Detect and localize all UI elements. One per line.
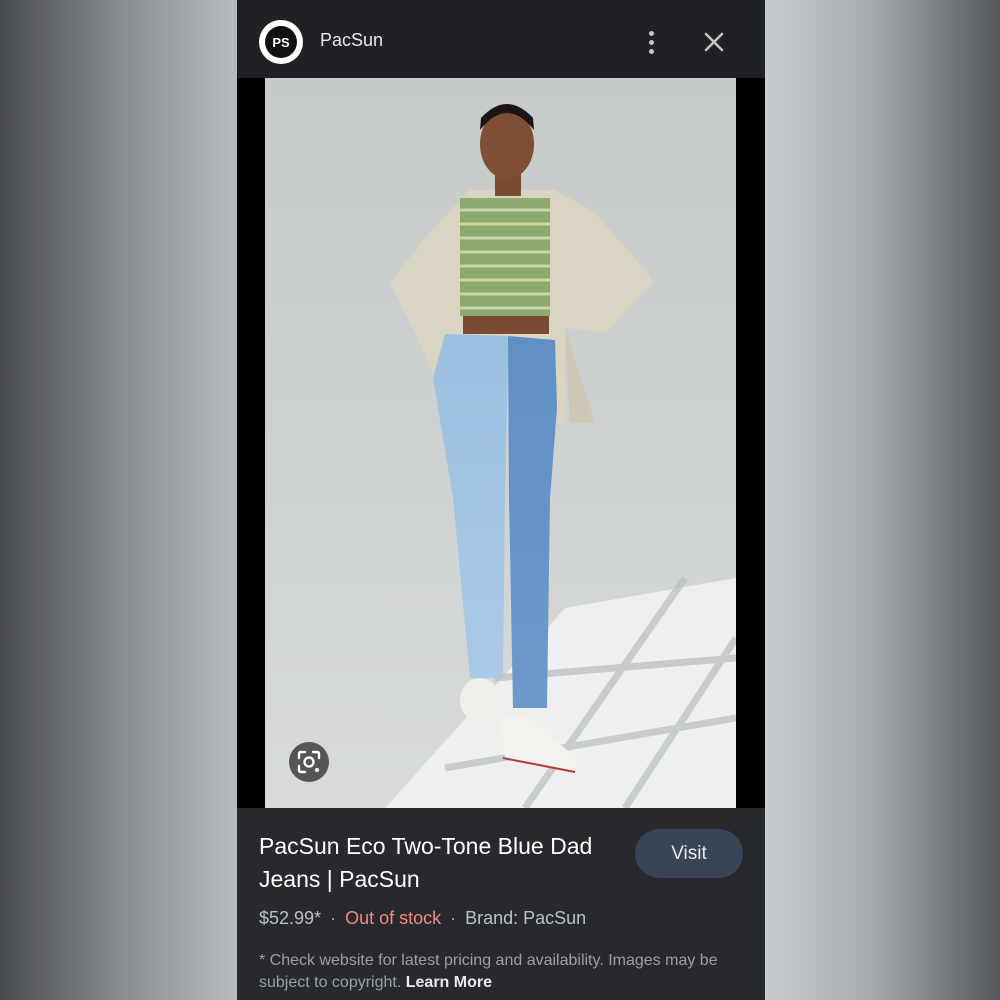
model-photo (265, 78, 736, 808)
close-button[interactable] (699, 24, 729, 60)
image-viewer-panel: PS PacSun PacSun Eco Two-Tone Blue Dad J… (237, 0, 765, 1000)
product-meta: $52.99* · Out of stock · Brand: PacSun (259, 908, 586, 929)
product-image[interactable] (265, 78, 736, 808)
more-options-button[interactable] (637, 26, 665, 58)
product-info: PacSun Eco Two-Tone Blue Dad Jeans | Pac… (237, 808, 765, 1000)
stock-status: Out of stock (345, 908, 442, 928)
lens-icon (297, 750, 321, 774)
more-vert-icon (648, 30, 654, 36)
visit-button[interactable]: Visit (635, 829, 743, 878)
disclaimer: * Check website for latest pricing and a… (259, 950, 749, 994)
separator-dot: · (330, 908, 337, 928)
separator-dot: · (450, 908, 457, 928)
product-title[interactable]: PacSun Eco Two-Tone Blue Dad Jeans | Pac… (259, 830, 629, 896)
logo-text: PS (265, 26, 297, 58)
price: $52.99* (259, 908, 322, 928)
viewer-header: PS PacSun (237, 0, 765, 78)
background-left (0, 0, 237, 1000)
lens-button[interactable] (289, 742, 329, 782)
more-vert-dot (648, 39, 654, 45)
close-icon (704, 32, 724, 52)
pacsun-logo-icon: PS (259, 20, 303, 64)
brand: Brand: PacSun (465, 908, 587, 928)
more-vert-dot (648, 48, 654, 54)
learn-more-link[interactable]: Learn More (406, 974, 492, 991)
image-area (237, 78, 765, 808)
site-name: PacSun (320, 30, 384, 50)
background-right (765, 0, 1000, 1000)
